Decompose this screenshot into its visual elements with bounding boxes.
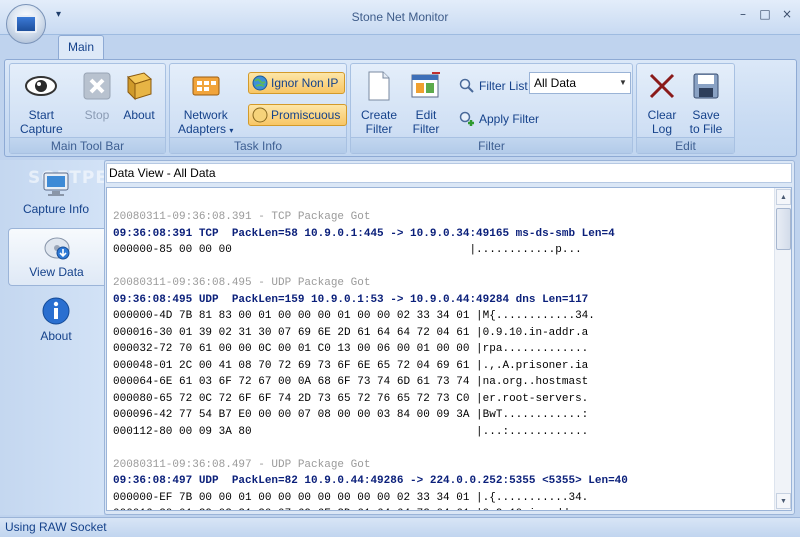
create-filter-button[interactable]: Create Filter	[361, 70, 397, 136]
log-lines: 20080311-09:36:08.391 - TCP Package Got 0…	[113, 209, 628, 510]
tab-main[interactable]: Main	[58, 35, 104, 60]
floppy-disk-icon	[689, 70, 723, 102]
group-label-task-info: Task Info	[170, 137, 346, 153]
log-spacer	[113, 259, 628, 276]
info-icon	[42, 297, 70, 325]
sidebar-item-about[interactable]: About	[8, 291, 104, 349]
network-adapter-icon	[189, 70, 223, 102]
about-button[interactable]: About	[122, 70, 156, 122]
start-capture-label-1: Start	[28, 108, 55, 122]
scroll-down-icon[interactable]: ▼	[776, 493, 791, 509]
clear-log-label-1: Clear	[647, 108, 677, 122]
apply-filter-icon	[459, 111, 474, 126]
application-orb-button[interactable]	[6, 4, 46, 44]
about-label: About	[123, 108, 155, 122]
scroll-up-icon[interactable]: ▲	[776, 189, 791, 205]
filter-list-value: All Data	[534, 76, 577, 90]
stop-label: Stop	[84, 108, 110, 122]
globe-icon	[252, 75, 268, 91]
book-icon	[122, 70, 156, 102]
log-line: 000000-4D 7B 81 83 00 01 00 00 00 01 00 …	[113, 310, 595, 322]
minimize-button[interactable]: –	[736, 7, 750, 21]
promiscuous-toggle[interactable]: Promiscuous	[248, 104, 348, 126]
sidebar-item-label: About	[40, 329, 72, 343]
window-title: Stone Net Monitor	[351, 10, 449, 24]
start-capture-button[interactable]: Start Capture	[20, 70, 63, 136]
scroll-thumb[interactable]	[776, 208, 791, 250]
log-line: 000000-85 00 00 00 |............p...	[113, 244, 582, 256]
start-capture-label-2: Capture	[20, 122, 63, 136]
clear-log-label-2: Log	[651, 122, 673, 136]
log-line: 20080311-09:36:08.391 - TCP Package Got	[113, 211, 371, 223]
ribbon: Start Capture Stop About Main Tool Bar N…	[4, 59, 797, 157]
create-filter-label-2: Filter	[365, 122, 393, 136]
group-edit: Clear Log Save to File Edit	[636, 63, 735, 154]
vertical-scrollbar[interactable]: ▲ ▼	[774, 188, 791, 510]
magnifier-icon	[459, 78, 474, 93]
title-bar: ▾ Stone Net Monitor – □ ×	[0, 0, 800, 35]
app-logo-icon	[15, 15, 37, 33]
promiscuous-icon	[252, 107, 268, 123]
filter-list-label-group: Filter List	[459, 78, 528, 94]
disk-download-icon	[44, 237, 69, 260]
log-line: 20080311-09:36:08.495 - UDP Package Got	[113, 277, 371, 289]
save-to-file-button[interactable]: Save to File	[689, 70, 723, 136]
clear-log-button[interactable]: Clear Log	[645, 70, 679, 136]
log-line: 20080311-09:36:08.497 - UDP Package Got	[113, 458, 371, 471]
edit-filter-button[interactable]: Edit Filter	[409, 70, 443, 136]
apply-filter-button[interactable]: Apply Filter	[459, 111, 539, 127]
chevron-down-icon: ▼	[619, 78, 627, 87]
log-line: 000016-30 01 39 02 31 30 07 69 6E 2D 61 …	[113, 506, 628, 510]
network-adapters-label-2: Adapters ▾	[178, 122, 234, 136]
log-line: 09:36:08:495 UDP PackLen=159 10.9.0.1:53…	[113, 293, 589, 306]
data-view-header: Data View - All Data	[106, 163, 792, 183]
create-filter-label-1: Create	[361, 108, 398, 122]
eye-icon	[24, 70, 58, 102]
status-bar: Using RAW Socket	[0, 517, 800, 537]
group-label-filter: Filter	[351, 137, 632, 153]
stop-x-icon	[80, 70, 114, 102]
stop-button[interactable]: Stop	[80, 70, 114, 122]
sidebar-item-capture-info[interactable]: Capture Info	[8, 164, 104, 222]
log-line: 000112-80 00 09 3A 80 |...:............	[113, 425, 589, 438]
sidebar-item-view-data[interactable]: View Data	[8, 228, 104, 286]
clear-x-icon	[645, 70, 679, 102]
sidebar-item-label: Capture Info	[22, 202, 90, 216]
save-to-file-label-2: to File	[689, 122, 723, 136]
log-line: 09:36:08:497 UDP PackLen=82 10.9.0.44:49…	[113, 475, 628, 487]
data-view-log[interactable]: 20080311-09:36:08.391 - TCP Package Got 0…	[106, 187, 792, 511]
log-line: 000032-72 70 61 00 00 0C 00 01 C0 13 00 …	[113, 343, 589, 355]
apply-filter-label: Apply Filter	[479, 112, 540, 126]
new-document-icon	[362, 70, 396, 102]
log-spacer	[113, 440, 628, 457]
log-line: 000064-6E 61 03 6F 72 67 00 0A 68 6F 73 …	[113, 376, 589, 388]
close-button[interactable]: ×	[780, 7, 794, 21]
network-adapters-button[interactable]: Network Adapters ▾	[178, 70, 233, 138]
group-label-main-toolbar: Main Tool Bar	[10, 137, 165, 153]
edit-filter-icon	[409, 70, 443, 102]
log-line: 000048-01 2C 00 41 08 70 72 69 73 6F 6E …	[113, 359, 589, 372]
edit-filter-label-2: Filter	[412, 122, 440, 136]
group-task-info: Network Adapters ▾ Ignor Non IP Promiscu…	[169, 63, 348, 154]
group-label-edit: Edit	[637, 137, 734, 153]
log-line: 000096-42 77 54 B7 E0 00 00 07 08 00 00 …	[113, 409, 589, 421]
ignore-non-ip-toggle[interactable]: Ignor Non IP	[248, 72, 346, 94]
log-line: 000080-65 72 0C 72 6F 6F 74 2D 73 65 72 …	[113, 392, 589, 405]
chevron-down-icon: ▾	[229, 126, 234, 135]
filter-list-select[interactable]: All Data ▼	[529, 72, 631, 94]
save-to-file-label-1: Save	[692, 108, 720, 122]
monitor-icon	[43, 172, 69, 196]
ignore-non-ip-label: Ignor Non IP	[271, 76, 339, 90]
log-line: 09:36:08:391 TCP PackLen=58 10.9.0.1:445…	[113, 227, 615, 240]
promiscuous-label: Promiscuous	[271, 108, 341, 122]
restore-button[interactable]: □	[758, 7, 772, 21]
group-main-toolbar: Start Capture Stop About Main Tool Bar	[9, 63, 166, 154]
edit-filter-label-1: Edit	[415, 108, 437, 122]
network-adapters-label-1: Network	[183, 108, 228, 122]
log-line: 000000-EF 7B 00 00 01 00 00 00 00 00 00 …	[113, 491, 589, 504]
sidebar-item-label: View Data	[29, 265, 84, 279]
filter-list-label: Filter List	[479, 79, 528, 93]
log-line: 000016-30 01 39 02 31 30 07 69 6E 2D 61 …	[113, 326, 589, 339]
